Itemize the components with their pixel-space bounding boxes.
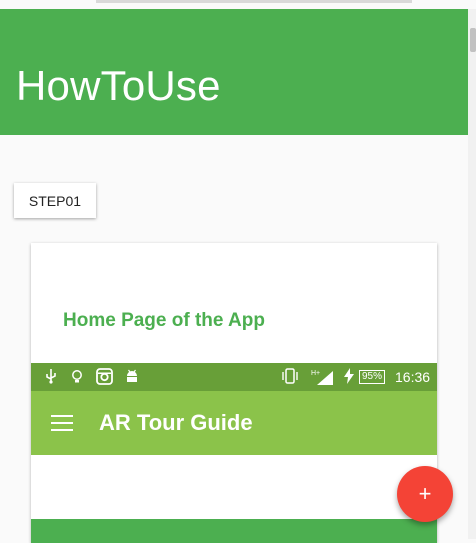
phone-status-bar: H+ 95% 16:36 [31,363,437,391]
phone-app-title: AR Tour Guide [99,410,253,435]
instagram-icon [95,368,113,386]
lightbulb-icon [69,368,85,386]
step-card: Home Page of the App H+ 95% 16:36 AR Tou… [31,243,437,543]
phone-content-strip [31,519,437,543]
android-icon [124,368,140,386]
charging-icon [342,368,356,386]
network-label: H+ [311,370,320,377]
scrollbar-thumb[interactable] [470,28,476,52]
battery-level: 95% [359,370,385,384]
top-scroll-hint [96,0,412,3]
signal-icon: H+ [311,368,335,386]
add-fab-button[interactable]: + [397,466,453,522]
vibrate-icon [279,368,301,386]
top-edge [0,0,476,9]
card-heading: Home Page of the App [63,310,265,331]
status-time: 16:36 [395,369,431,385]
page-title: HowToUse [16,62,221,109]
usb-icon [43,368,59,386]
phone-app-bar: AR Tour Guide [31,391,437,455]
step01-button[interactable]: STEP01 [14,183,96,218]
hamburger-menu-icon [51,415,73,431]
scrollbar-track[interactable] [468,9,476,539]
